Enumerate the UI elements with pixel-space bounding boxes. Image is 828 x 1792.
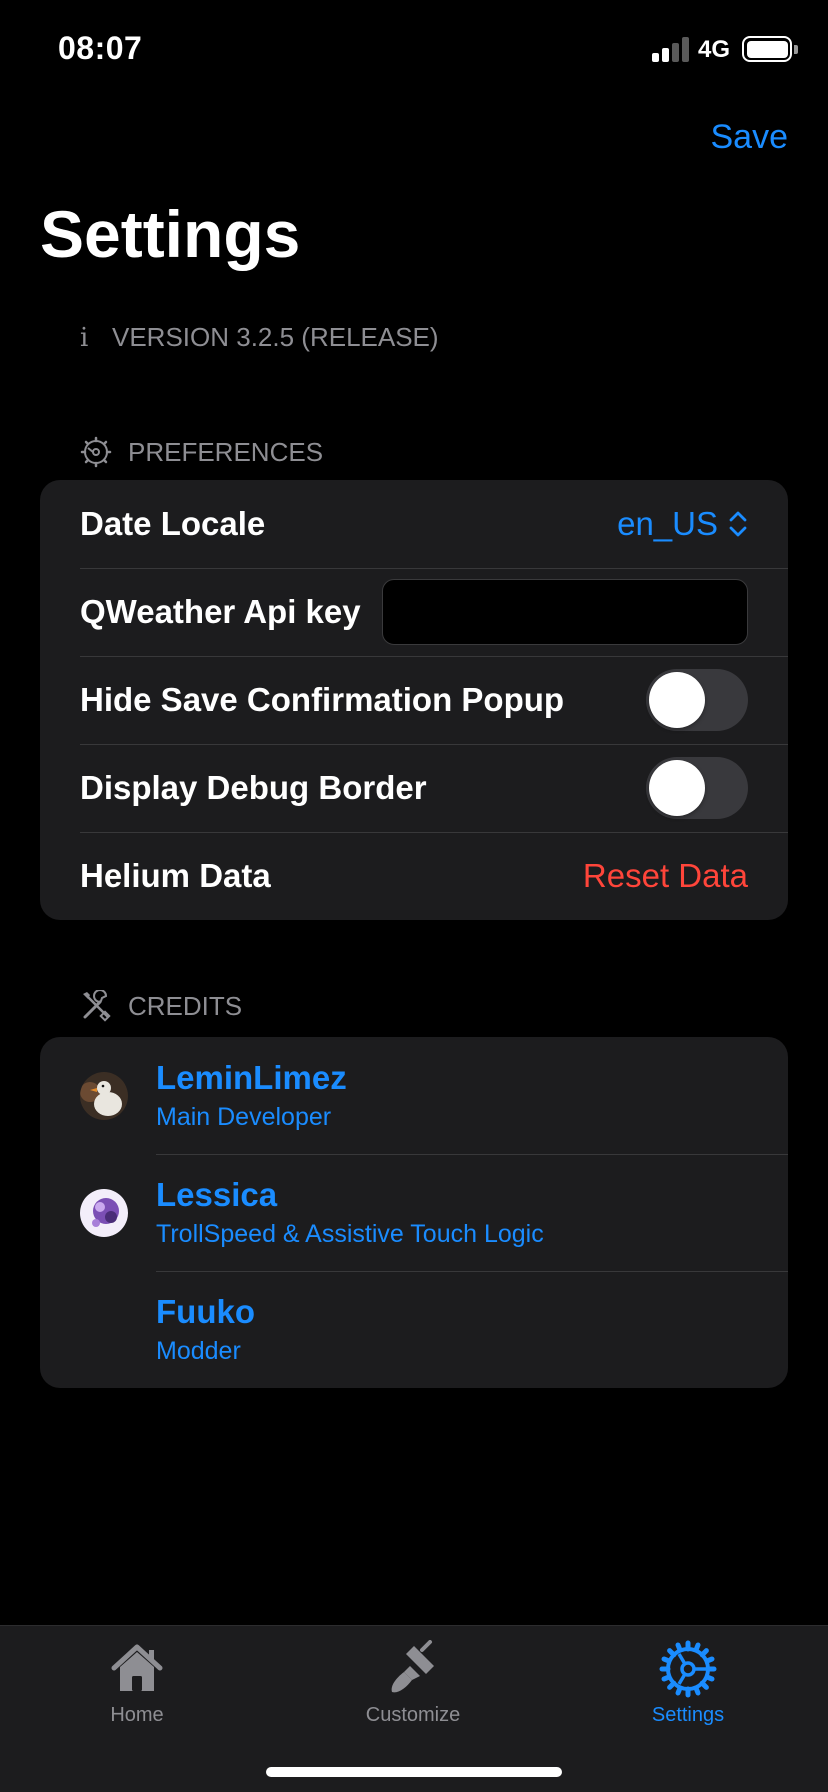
credit-name: Lessica (156, 1176, 278, 1213)
info-icon: i (80, 322, 89, 353)
network-type: 4G (698, 36, 731, 63)
credits-group: LeminLimez Main Developer Lessica TrollS… (40, 1037, 788, 1388)
avatar (80, 1071, 128, 1120)
hide-popup-label: Hide Save Confirmation Popup (80, 681, 565, 718)
hide-popup-row: Hide Save Confirmation Popup (40, 656, 788, 744)
reset-data-button[interactable]: Reset Data (583, 857, 748, 895)
credit-role: TrollSpeed & Assistive Touch Logic (156, 1220, 544, 1248)
preferences-header-label: PREFERENCES (128, 436, 324, 467)
tab-label: Home (110, 1704, 164, 1726)
debug-border-label: Display Debug Border (80, 769, 427, 806)
api-key-label: QWeather Api key (80, 593, 361, 630)
api-key-row: QWeather Api key (40, 568, 788, 656)
tab-customize[interactable]: Customize (313, 1640, 513, 1727)
battery-icon (742, 36, 792, 62)
toggle-knob (649, 672, 705, 728)
credit-item[interactable]: Fuuko Modder (40, 1271, 788, 1388)
version-text: VERSION 3.2.5 (RELEASE) (112, 322, 439, 352)
status-bar: 08:07 4G (0, 0, 828, 100)
debug-border-toggle[interactable] (646, 757, 748, 819)
battery-cap (794, 45, 798, 54)
credit-name: Fuuko (156, 1293, 255, 1330)
credits-header-label: CREDITS (128, 990, 243, 1021)
avatar (80, 1306, 128, 1354)
house-icon (111, 1644, 163, 1691)
preferences-header: PREFERENCES (80, 436, 323, 468)
hide-popup-toggle[interactable] (646, 669, 748, 731)
toggle-knob (649, 760, 705, 816)
version-row: i VERSION 3.2.5 (RELEASE) (80, 322, 439, 353)
gear-icon (80, 436, 112, 468)
credit-name: LeminLimez (156, 1059, 347, 1096)
avatar (80, 1188, 128, 1237)
credit-item[interactable]: LeminLimez Main Developer (40, 1037, 788, 1154)
credit-role: Modder (156, 1337, 241, 1365)
credit-role: Main Developer (156, 1103, 332, 1131)
cellular-signal-icon (652, 36, 690, 62)
chevron-up-down-icon (729, 511, 747, 537)
tab-label: Customize (365, 1704, 461, 1726)
preferences-group: Date Locale en_US QWeather Api key Hide … (40, 480, 788, 920)
debug-border-row: Display Debug Border (40, 744, 788, 832)
helium-data-row: Helium Data Reset Data (40, 832, 788, 920)
credits-header: CREDITS (80, 990, 242, 1022)
paintbrush-icon (391, 1640, 434, 1693)
wrench-screwdriver-icon (83, 990, 111, 1022)
save-button[interactable]: Save (711, 118, 789, 157)
date-locale-value: en_US (617, 505, 718, 542)
credit-text: Lessica TrollSpeed & Assistive Touch Log… (156, 1176, 544, 1249)
date-locale-row[interactable]: Date Locale en_US (40, 480, 788, 568)
gear-icon (659, 1640, 717, 1698)
tab-label: Settings (651, 1704, 725, 1726)
date-locale-picker[interactable]: en_US (617, 505, 748, 543)
credit-text: LeminLimez Main Developer (156, 1059, 347, 1132)
home-indicator (266, 1767, 562, 1777)
credit-text: Fuuko Modder (156, 1293, 255, 1366)
tab-home[interactable]: Home (37, 1640, 237, 1727)
status-time: 08:07 (58, 30, 143, 66)
helium-data-label: Helium Data (80, 857, 271, 894)
date-locale-label: Date Locale (80, 505, 266, 542)
tab-settings[interactable]: Settings (588, 1640, 788, 1727)
page-title: Settings (40, 197, 301, 271)
credit-item[interactable]: Lessica TrollSpeed & Assistive Touch Log… (40, 1154, 788, 1271)
api-key-input[interactable] (382, 579, 748, 645)
